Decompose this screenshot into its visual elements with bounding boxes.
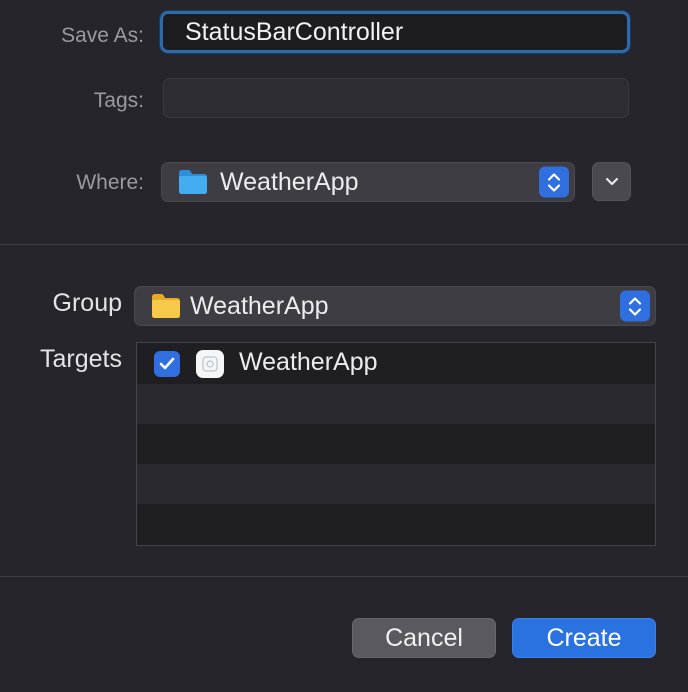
list-row-empty [137,424,655,464]
expand-button[interactable] [592,162,631,201]
up-down-chevron-icon [620,290,650,322]
group-label: Group [52,289,122,317]
list-row-empty [137,384,655,424]
tags-label: Tags: [93,89,144,112]
chevron-down-icon [605,177,619,187]
up-down-chevron-icon [539,166,569,198]
list-row-empty [137,464,655,504]
save-as-input[interactable]: StatusBarController [160,11,630,53]
folder-yellow-icon [151,293,181,319]
divider-top [0,244,688,245]
tags-input[interactable] [163,78,629,118]
where-popup[interactable]: WeatherApp [161,162,575,202]
group-popup[interactable]: WeatherApp [134,286,656,326]
list-row-empty [137,504,655,544]
where-value: WeatherApp [220,167,359,196]
group-value: WeatherApp [190,291,329,320]
create-button[interactable]: Create [512,618,656,658]
divider-bottom [0,576,688,577]
app-icon [196,350,224,378]
targets-label: Targets [40,345,122,373]
where-label: Where: [76,171,144,194]
checkmark-icon [159,357,175,370]
cancel-button[interactable]: Cancel [352,618,496,658]
save-as-label: Save As: [61,24,144,47]
targets-list: WeatherApp [136,342,656,546]
folder-blue-icon [177,169,208,195]
target-name: WeatherApp [239,348,378,376]
list-item[interactable]: WeatherApp [137,343,655,384]
target-checkbox[interactable] [154,351,180,377]
